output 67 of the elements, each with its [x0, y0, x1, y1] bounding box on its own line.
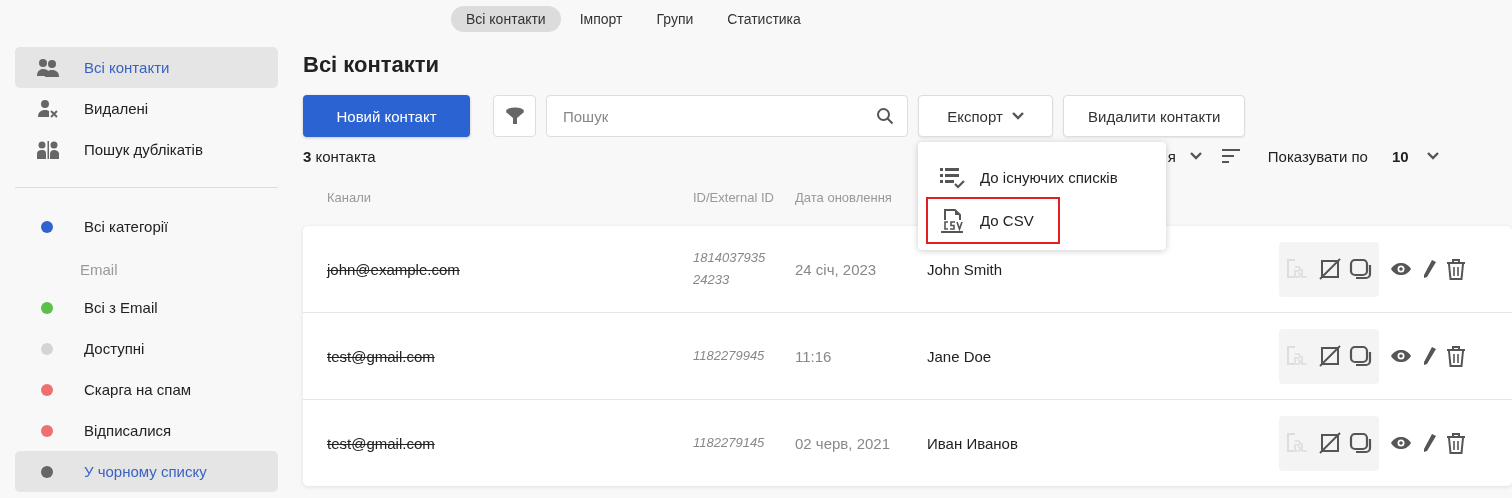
top-tab[interactable]: Групи — [641, 6, 709, 32]
filter-button[interactable] — [493, 95, 536, 137]
pencil-icon[interactable] — [1421, 346, 1437, 366]
name-cell-text: Jane Doe — [927, 347, 993, 365]
pencil-icon[interactable] — [1421, 259, 1437, 279]
date-cell-text: 02 черв, 2021 — [795, 434, 892, 452]
top-tab[interactable]: Статистика — [712, 6, 816, 32]
eye-icon[interactable] — [1390, 262, 1412, 276]
page-title: Всі контакти — [303, 51, 441, 79]
copy-icon[interactable] — [1349, 432, 1373, 454]
top-tab[interactable]: Всі контакти — [451, 6, 561, 32]
copy-icon[interactable] — [1349, 345, 1373, 367]
trash-icon[interactable] — [1446, 258, 1466, 280]
name-cell-text: John Smith — [927, 260, 1004, 278]
name-cell-text: Иван Иванов — [927, 434, 1019, 452]
eye-icon[interactable] — [1390, 349, 1412, 363]
checklist-icon — [940, 165, 966, 190]
per-page-select[interactable]: 10 — [1391, 147, 1409, 165]
sidebar-item[interactable]: Відписалися — [15, 410, 278, 451]
sidebar-item[interactable]: Всі контакти — [15, 47, 278, 88]
sort-icon[interactable] — [1221, 149, 1240, 163]
id-cell-text: 1182279945 — [693, 347, 766, 365]
email-cell-text: test@gmail.com — [326, 347, 436, 365]
crossed-square-icon[interactable] — [1319, 432, 1341, 454]
trash-icon[interactable] — [1446, 345, 1466, 367]
date-cell-text: 24 січ, 2023 — [795, 260, 878, 278]
id-cell-text: 1182279145 — [693, 434, 766, 452]
eye-icon[interactable] — [1390, 436, 1412, 450]
email-cell-text: john@example.com — [325, 260, 461, 278]
chevron-down-icon[interactable] — [1189, 152, 1202, 160]
top-tab[interactable]: Імпорт — [564, 6, 638, 32]
funnel-icon — [504, 106, 525, 126]
people-icon — [37, 57, 59, 78]
sidebar-item[interactable]: Пошук дублікатів — [15, 129, 278, 170]
search-field[interactable]: Пошук — [546, 95, 908, 137]
menu-item[interactable]: До CSV — [928, 199, 1058, 242]
sort-dropdown[interactable]: я — [1167, 147, 1176, 165]
copy-icon[interactable] — [1349, 258, 1373, 280]
pencil-icon[interactable] — [1421, 433, 1437, 453]
duplicate-people-icon — [37, 139, 59, 160]
new-contact-button[interactable]: Новий контакт — [303, 95, 470, 137]
chevron-down-icon — [1011, 112, 1024, 120]
date-cell-text: 11:16 — [795, 347, 833, 365]
export-button[interactable]: Експорт — [918, 95, 1053, 137]
sidebar-item[interactable]: Всі категорії — [15, 206, 278, 247]
sidebar-item[interactable]: У чорному списку — [15, 451, 278, 492]
trash-icon[interactable] — [1446, 432, 1466, 454]
per-page-label: Показувати по — [1267, 147, 1368, 165]
sidebar-item[interactable]: Скарга на спам — [15, 369, 278, 410]
search-icon — [876, 107, 894, 125]
sidebar-item[interactable]: Видалені — [15, 88, 278, 129]
person-remove-icon — [37, 98, 59, 119]
column-header: Канали — [326, 189, 373, 205]
id-cell-text: 1814037935 24233 — [693, 249, 767, 289]
chevron-down-icon[interactable] — [1426, 152, 1439, 160]
delete-contacts-button[interactable]: Видалити контакти — [1063, 95, 1246, 137]
crossed-square-icon[interactable] — [1319, 258, 1341, 280]
column-header: ID/External ID — [693, 189, 775, 205]
csv-file-icon — [940, 207, 966, 234]
column-header: Дата оновлення — [795, 189, 893, 205]
menu-item[interactable]: До існуючих списків — [928, 156, 1166, 199]
email-cell-text: test@gmail.com — [326, 434, 436, 452]
contact-count: 3 контакта — [303, 147, 376, 165]
crossed-square-icon[interactable] — [1319, 345, 1341, 367]
sidebar-item[interactable]: Доступні — [15, 328, 278, 369]
sidebar-item[interactable]: Всі з Email — [15, 287, 278, 328]
section-heading: Email — [79, 260, 119, 280]
